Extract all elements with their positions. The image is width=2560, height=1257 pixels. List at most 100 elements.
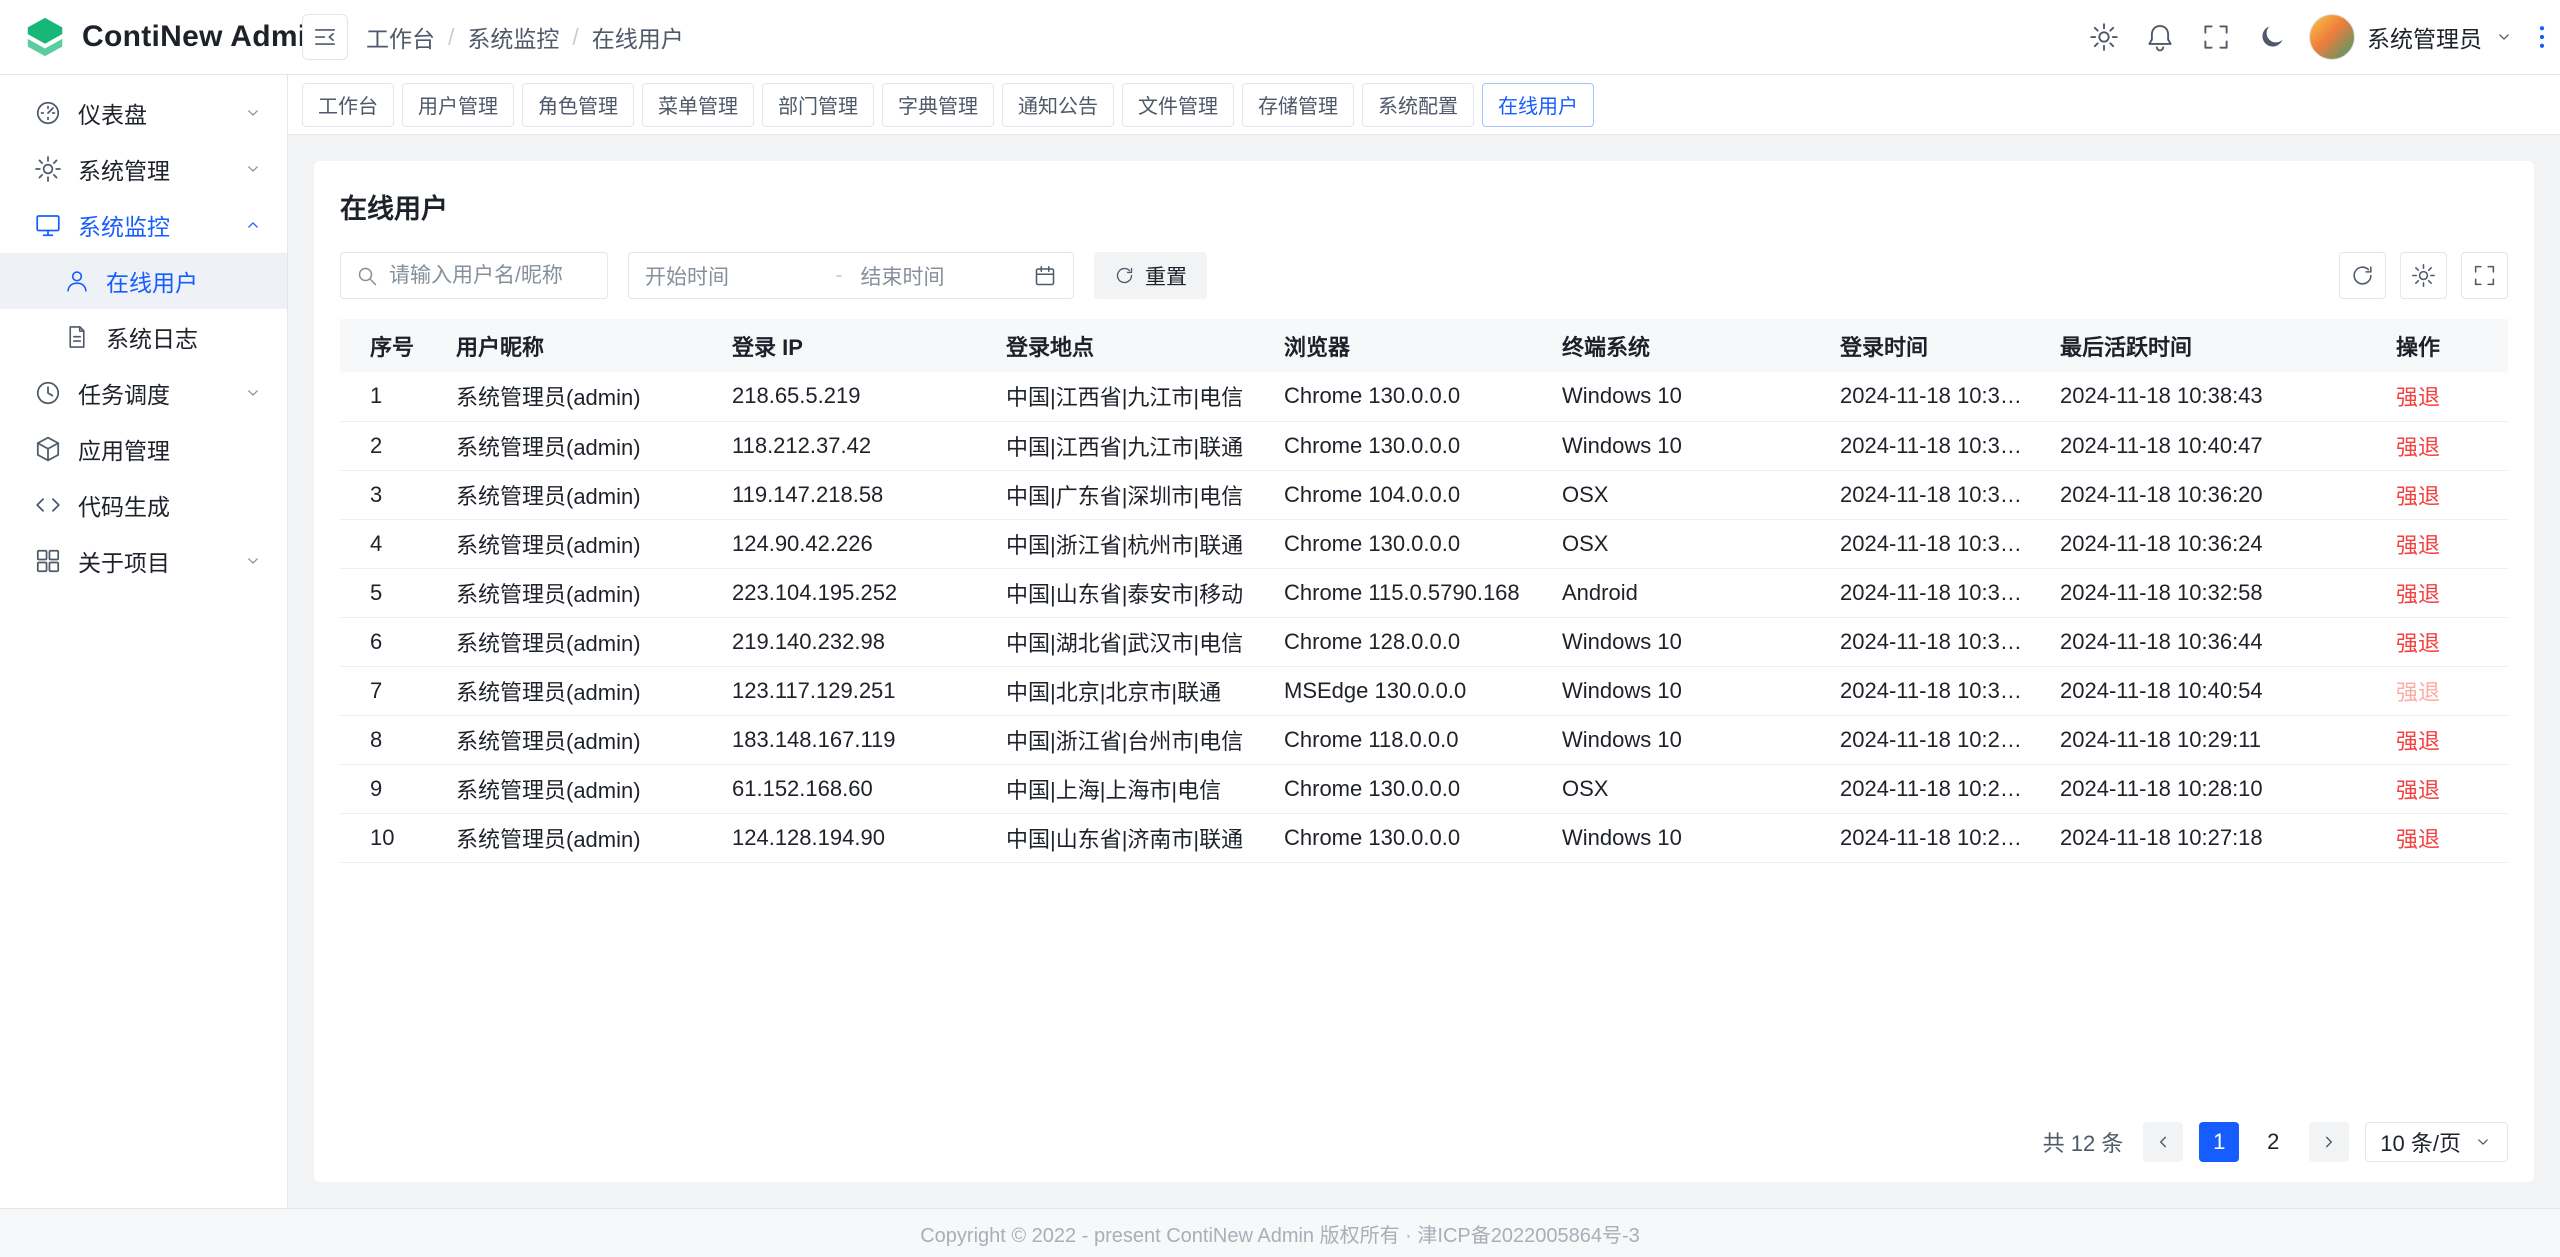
cell-location: 中国|江西省|九江市|电信 (990, 372, 1268, 421)
menu-fold-icon (312, 24, 338, 50)
sidebar-item-app-management[interactable]: 应用管理 (0, 421, 287, 477)
force-logout-link[interactable]: 强退 (2396, 729, 2440, 754)
box-icon (34, 435, 62, 463)
toolbar-right (2339, 252, 2508, 299)
breadcrumb-separator: / (572, 24, 578, 51)
date-range-picker[interactable]: 开始时间 - 结束时间 (628, 252, 1074, 299)
dark-mode-button[interactable] (2257, 22, 2287, 52)
tab-label: 文件管理 (1138, 90, 1218, 119)
tab-system-config[interactable]: 系统配置 (1362, 83, 1474, 127)
sidebar-item-code-generation[interactable]: 代码生成 (0, 477, 287, 533)
force-logout-link[interactable]: 强退 (2396, 582, 2440, 607)
sidebar-item-label: 代码生成 (78, 488, 170, 522)
cell-browser: Chrome 130.0.0.0 (1268, 519, 1546, 568)
copyright-text: Copyright © 2022 - present ContiNew Admi… (920, 1219, 1640, 1248)
grid-icon (34, 547, 62, 575)
tab-workplace[interactable]: 工作台 (302, 83, 394, 127)
sidebar-item-task-schedule[interactable]: 任务调度 (0, 365, 287, 421)
cell-os: Windows 10 (1546, 666, 1824, 715)
fullscreen-icon (2201, 22, 2231, 52)
sidebar-subitem-system-log[interactable]: 系统日志 (0, 309, 287, 365)
tab-dept-management[interactable]: 部门管理 (762, 83, 874, 127)
cell-ip: 118.212.37.42 (716, 421, 990, 470)
sidebar-item-system-monitor[interactable]: 系统监控 (0, 197, 287, 253)
file-text-icon (64, 324, 90, 350)
breadcrumb-item[interactable]: 在线用户 (592, 20, 684, 54)
logo-icon (22, 14, 68, 60)
page-settings-trigger[interactable] (2524, 0, 2560, 75)
sidebar-subitem-online-user[interactable]: 在线用户 (0, 253, 287, 309)
user-name: 系统管理员 (2367, 20, 2482, 54)
user-menu[interactable]: 系统管理员 (2309, 14, 2514, 60)
chevron-down-icon (243, 551, 263, 571)
cell-action: 强退 (2380, 421, 2508, 470)
tab-label: 部门管理 (778, 90, 858, 119)
cell-no: 6 (340, 617, 440, 666)
cell-last_active: 2024-11-18 10:40:47 (2044, 421, 2380, 470)
page-size-select[interactable]: 10 条/页 (2365, 1122, 2508, 1162)
cell-login_time: 2024-11-18 10:37:17 (1824, 421, 2044, 470)
breadcrumb-item[interactable]: 系统监控 (467, 20, 559, 54)
cell-os: Windows 10 (1546, 421, 1824, 470)
tab-online-user[interactable]: 在线用户 (1482, 83, 1594, 127)
tab-notice[interactable]: 通知公告 (1002, 83, 1114, 127)
force-logout-link[interactable]: 强退 (2396, 778, 2440, 803)
next-page-button[interactable] (2309, 1122, 2349, 1162)
sidebar-collapse-button[interactable] (302, 14, 348, 60)
cell-nickname: 系统管理员(admin) (440, 715, 716, 764)
range-separator: - (818, 264, 861, 288)
cell-location: 中国|浙江省|台州市|电信 (990, 715, 1268, 764)
page-button-1[interactable]: 1 (2199, 1122, 2239, 1162)
settings-button[interactable] (2089, 22, 2119, 52)
sidebar-item-dashboard[interactable]: 仪表盘 (0, 85, 287, 141)
logo[interactable]: ContiNew Admin (0, 14, 288, 60)
search-input[interactable] (389, 264, 593, 288)
tab-user-management[interactable]: 用户管理 (402, 83, 514, 127)
force-logout-link[interactable]: 强退 (2396, 435, 2440, 460)
force-logout-link[interactable]: 强退 (2396, 827, 2440, 852)
tab-label: 菜单管理 (658, 90, 738, 119)
cell-location: 中国|上海|上海市|电信 (990, 764, 1268, 813)
cell-action: 强退 (2380, 470, 2508, 519)
sidebar-item-about-project[interactable]: 关于项目 (0, 533, 287, 589)
cell-nickname: 系统管理员(admin) (440, 764, 716, 813)
tab-role-management[interactable]: 角色管理 (522, 83, 634, 127)
tab-dict-management[interactable]: 字典管理 (882, 83, 994, 127)
tab-file-management[interactable]: 文件管理 (1122, 83, 1234, 127)
notifications-button[interactable] (2145, 22, 2175, 52)
cell-no: 7 (340, 666, 440, 715)
main-column: 工作台用户管理角色管理菜单管理 部门管理字典管理通知公告文件管理存储管理系统配置在… (288, 75, 2560, 1208)
force-logout-link[interactable]: 强退 (2396, 680, 2440, 705)
page-button-2[interactable]: 2 (2253, 1122, 2293, 1162)
force-logout-link[interactable]: 强退 (2396, 385, 2440, 410)
cell-no: 8 (340, 715, 440, 764)
column-header: 终端系统 (1546, 319, 1824, 372)
calendar-icon (1033, 264, 1057, 288)
table-settings-button[interactable] (2400, 252, 2447, 299)
search-icon (355, 264, 379, 288)
table-row: 7系统管理员(admin)123.117.129.251中国|北京|北京市|联通… (340, 666, 2508, 715)
chevron-up-icon (243, 215, 263, 235)
cell-nickname: 系统管理员(admin) (440, 519, 716, 568)
tab-menu-management[interactable]: 菜单管理 (642, 83, 754, 127)
cell-last_active: 2024-11-18 10:27:18 (2044, 813, 2380, 862)
breadcrumb-item[interactable]: 工作台 (366, 20, 435, 54)
cell-login_time: 2024-11-18 10:36:15 (1824, 470, 2044, 519)
table-refresh-button[interactable] (2339, 252, 2386, 299)
table-fullscreen-button[interactable] (2461, 252, 2508, 299)
fullscreen-button[interactable] (2201, 22, 2231, 52)
app-root: ContiNew Admin 工作台/系统监控/在线用户 系统管理员 仪表盘系统… (0, 0, 2560, 1257)
cell-last_active: 2024-11-18 10:32:58 (2044, 568, 2380, 617)
cell-ip: 183.148.167.119 (716, 715, 990, 764)
force-logout-link[interactable]: 强退 (2396, 533, 2440, 558)
chevron-down-icon (243, 103, 263, 123)
sidebar-item-system-management[interactable]: 系统管理 (0, 141, 287, 197)
force-logout-link[interactable]: 强退 (2396, 484, 2440, 509)
previous-page-button[interactable] (2143, 1122, 2183, 1162)
tab-storage-management[interactable]: 存储管理 (1242, 83, 1354, 127)
cell-browser: Chrome 130.0.0.0 (1268, 813, 1546, 862)
reset-button[interactable]: 重置 (1094, 252, 1207, 299)
top-bar-main: 工作台/系统监控/在线用户 系统管理员 (288, 14, 2524, 60)
force-logout-link[interactable]: 强退 (2396, 631, 2440, 656)
column-header: 登录地点 (990, 319, 1268, 372)
